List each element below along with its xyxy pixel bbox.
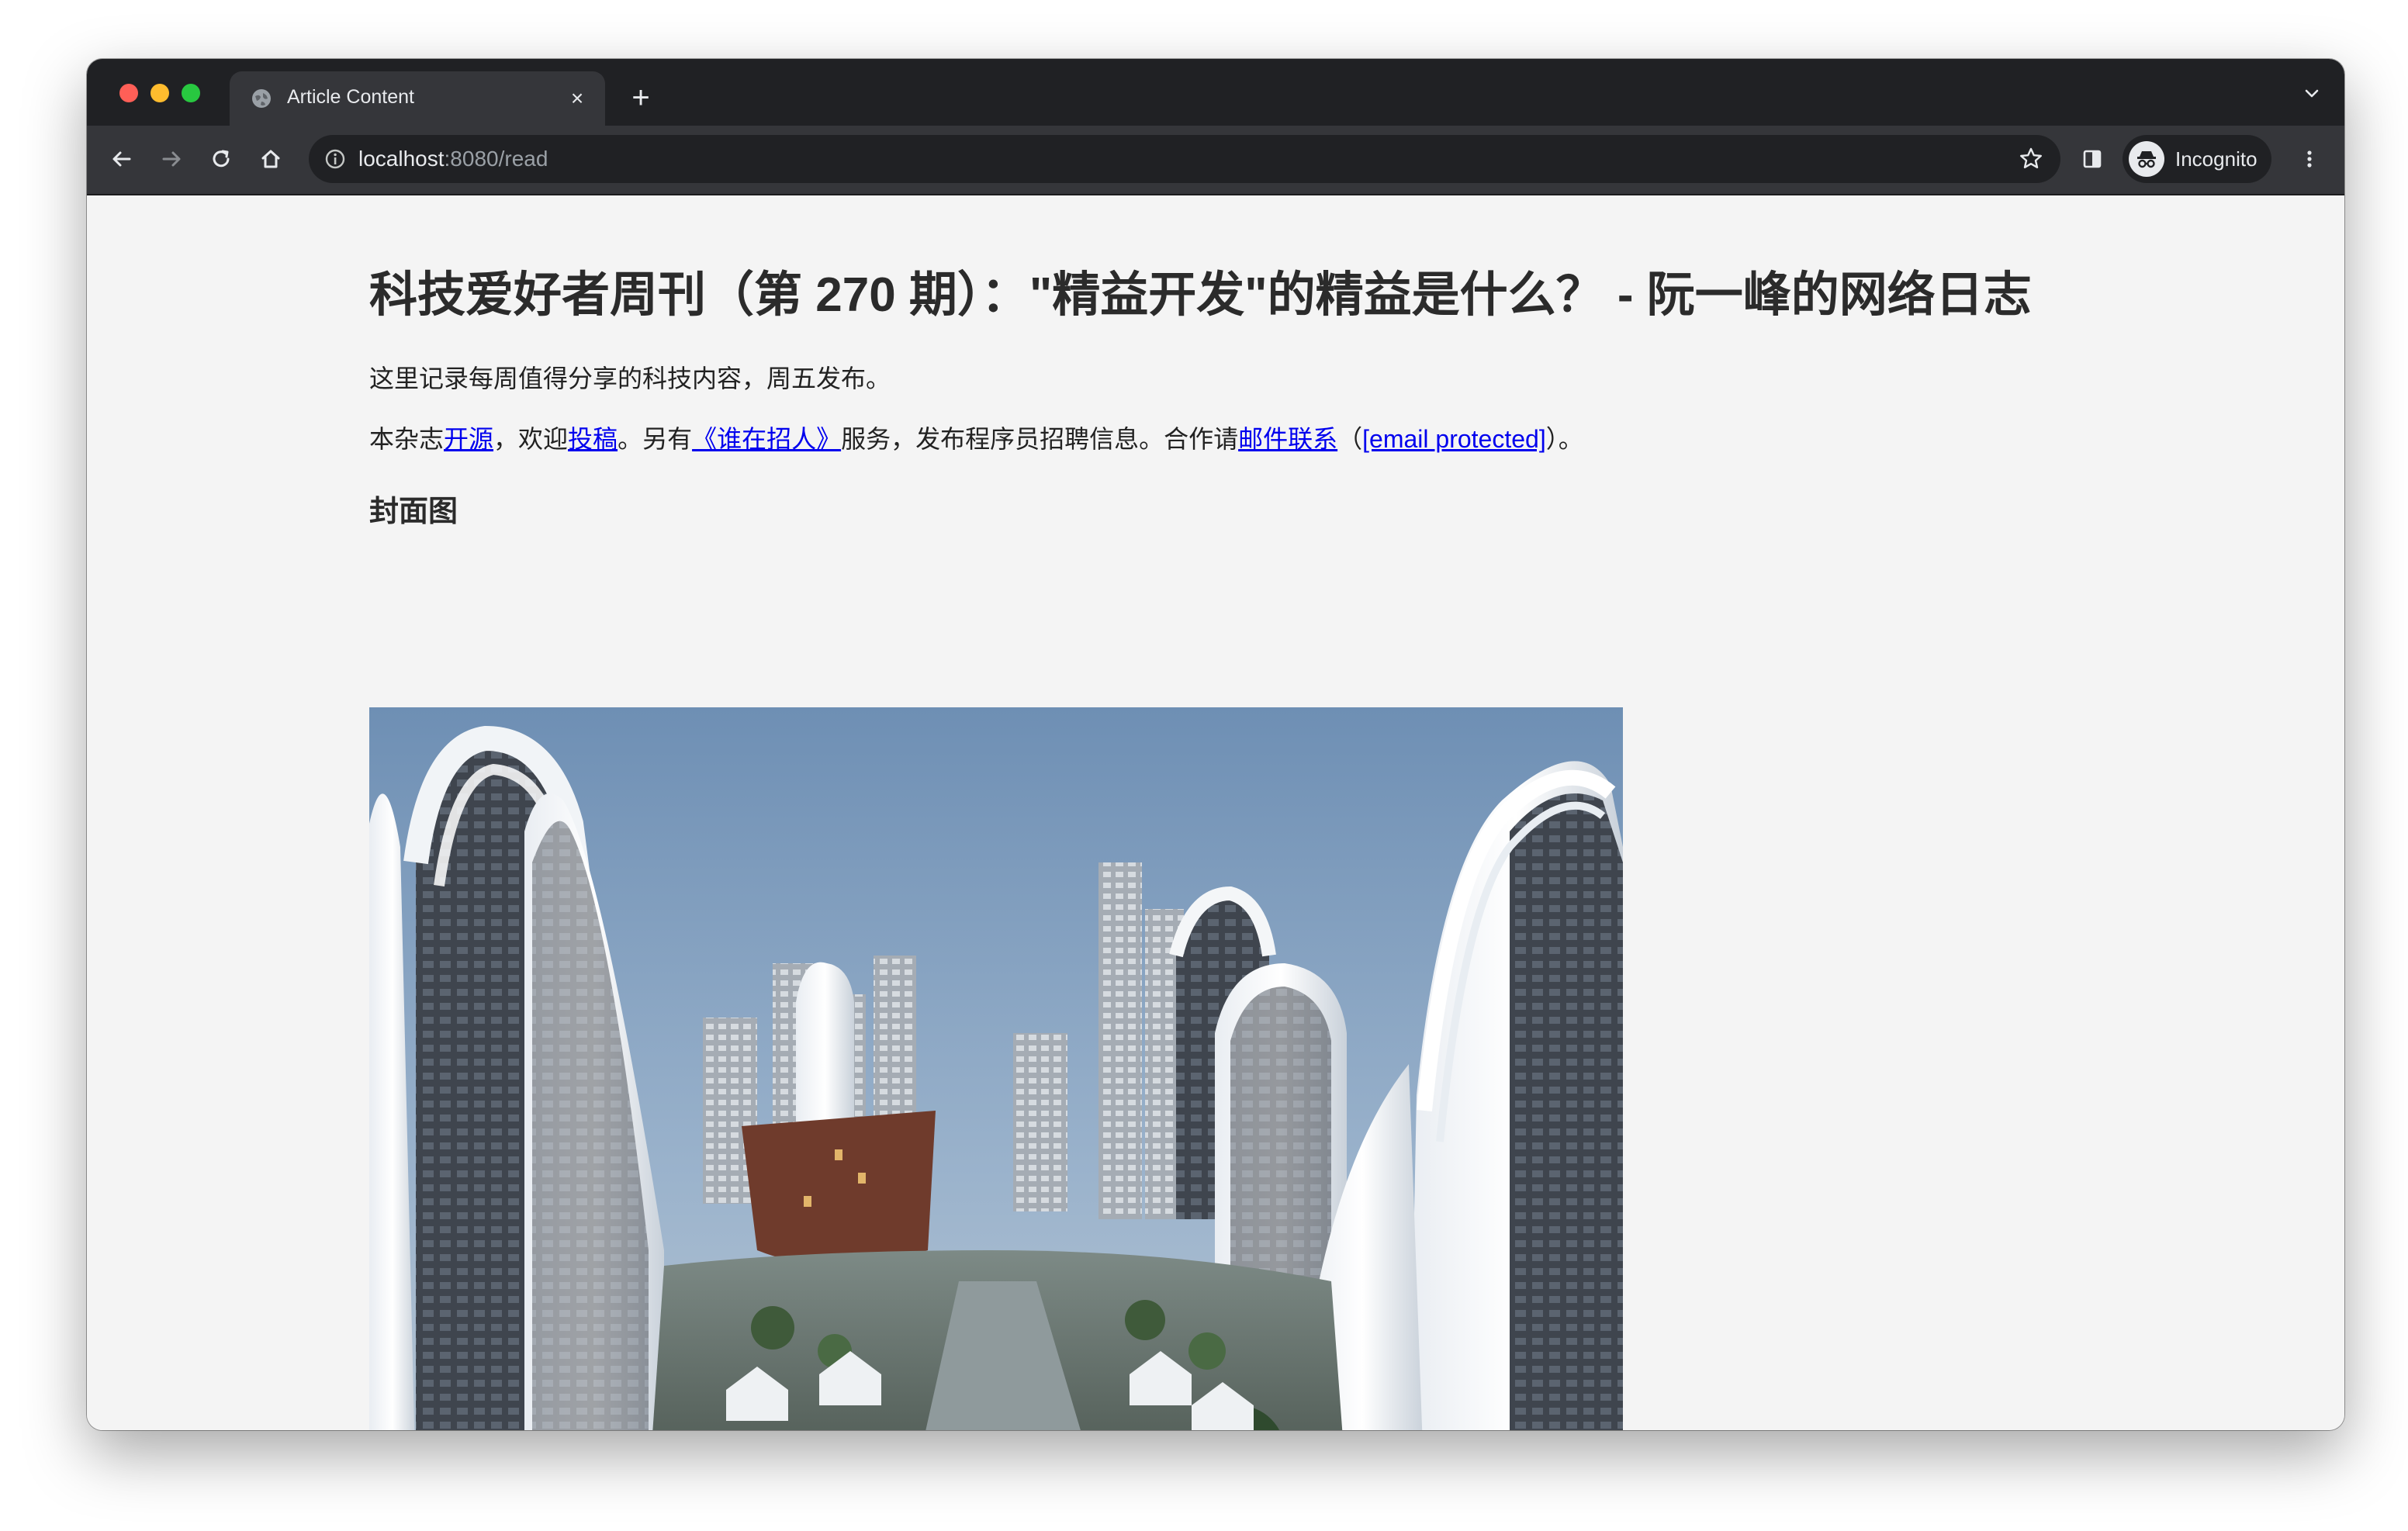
address-bar[interactable]: localhost:8080/read <box>309 135 2060 183</box>
chevron-down-icon <box>2305 89 2319 98</box>
home-button[interactable] <box>251 140 290 178</box>
article-intro: 这里记录每周值得分享的科技内容，周五发布。 <box>369 365 891 392</box>
tab-search-button[interactable] <box>2296 78 2327 109</box>
reload-button[interactable] <box>202 140 240 178</box>
url-path: :8080/read <box>444 147 548 171</box>
article-promo: 本杂志开源，欢迎投稿。另有《谁在招人》服务，发布程序员招聘信息。合作请邮件联系（… <box>369 420 2076 458</box>
submit-link[interactable]: 投稿 <box>568 425 618 453</box>
cover-image <box>369 707 1623 1430</box>
promo-text-3: 。另有 <box>618 425 693 453</box>
forward-button[interactable] <box>152 140 191 178</box>
minimize-window-button[interactable] <box>150 84 169 102</box>
side-panel-button[interactable] <box>2073 140 2112 178</box>
info-icon[interactable] <box>323 147 348 171</box>
side-panel-icon <box>2083 150 2102 168</box>
open-source-link[interactable]: 开源 <box>444 425 493 453</box>
back-button[interactable] <box>102 140 141 178</box>
tab-article-content[interactable]: Article Content × <box>230 71 605 126</box>
promo-text-5: （ <box>1337 425 1363 453</box>
url-text: localhost:8080/read <box>358 147 548 171</box>
arrow-left-icon <box>112 151 131 167</box>
promo-text-1: 本杂志 <box>369 425 445 453</box>
profile-label: Incognito <box>2175 147 2258 171</box>
incognito-icon <box>2129 141 2164 177</box>
promo-text-2: ，欢迎 <box>493 425 569 453</box>
tab-title: Article Content <box>287 86 414 108</box>
email-link[interactable]: [email protected] <box>1362 425 1546 453</box>
new-tab-button[interactable]: + <box>622 79 659 116</box>
hiring-link[interactable]: 《谁在招人》 <box>692 425 841 453</box>
close-window-button[interactable] <box>119 84 138 102</box>
promo-text-4: 服务，发布程序员招聘信息。合作请 <box>841 425 1239 453</box>
browser-window: Article Content × + localhost:8080/read … <box>87 59 2344 1430</box>
reload-icon <box>213 150 230 168</box>
article-title: 科技爱好者周刊（第 270 期）："精益开发"的精益是什么？ - 阮一峰的网络日… <box>369 268 2032 322</box>
cover-heading: 封面图 <box>369 496 458 528</box>
browser-toolbar: localhost:8080/read Incognito <box>87 126 2344 195</box>
tab-close-button[interactable]: × <box>563 85 591 112</box>
promo-text-6: ）。 <box>1545 425 1583 453</box>
maximize-window-button[interactable] <box>182 84 200 102</box>
arrow-right-icon <box>162 151 181 167</box>
url-host: localhost <box>358 147 445 171</box>
page-content: 科技爱好者周刊（第 270 期）："精益开发"的精益是什么？ - 阮一峰的网络日… <box>87 195 2344 1430</box>
profile-button[interactable]: Incognito <box>2123 135 2271 183</box>
star-icon[interactable] <box>2017 145 2045 173</box>
email-contact-link[interactable]: 邮件联系 <box>1238 425 1337 453</box>
kebab-menu-icon <box>2307 150 2312 168</box>
menu-button[interactable] <box>2290 140 2329 178</box>
globe-icon <box>250 87 273 110</box>
home-icon <box>261 150 280 168</box>
article: 科技爱好者周刊（第 270 期）："精益开发"的精益是什么？ - 阮一峰的网络日… <box>369 261 2076 532</box>
tab-strip: Article Content × + <box>87 59 2344 126</box>
